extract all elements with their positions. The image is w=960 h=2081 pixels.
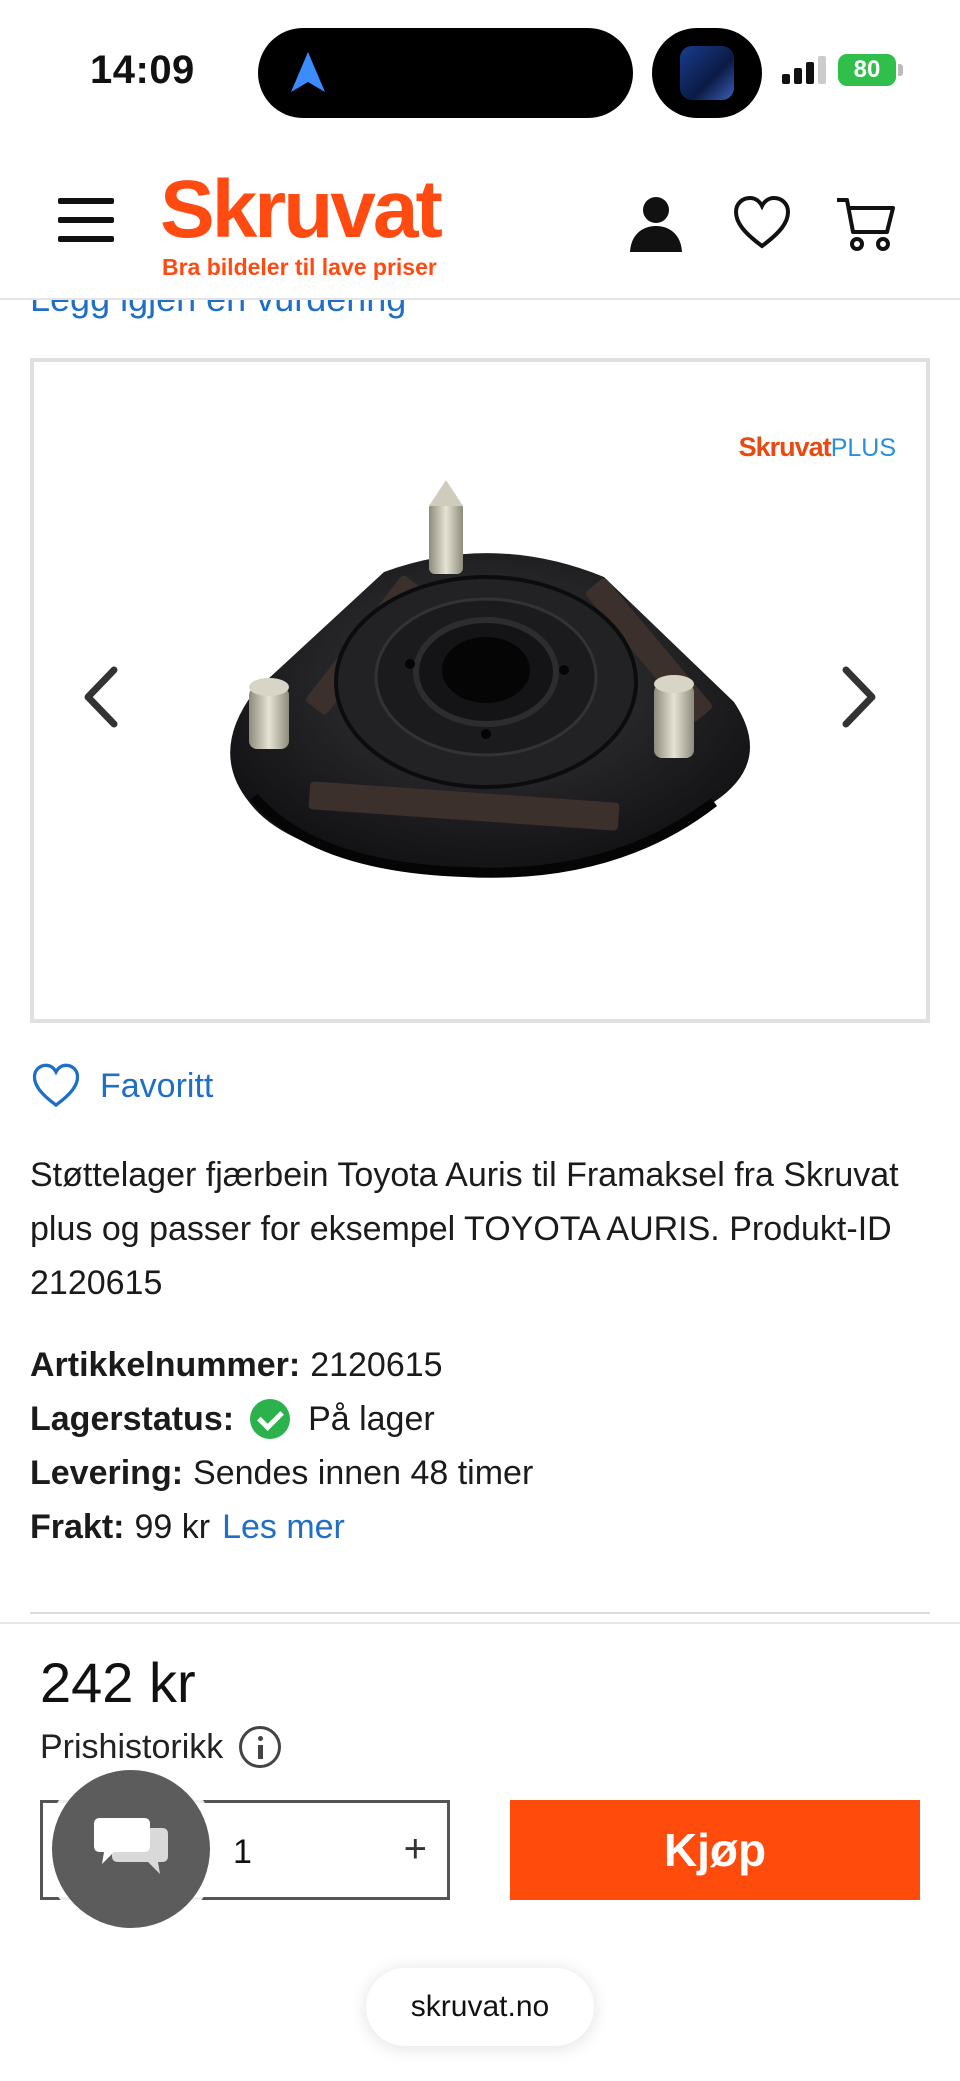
divider — [0, 1622, 960, 1624]
buy-button[interactable]: Kjøp — [510, 1800, 920, 1900]
badge-brand-text: Skruvat — [738, 432, 832, 462]
browser-address-bar[interactable]: skruvat.no — [366, 1968, 594, 2046]
favorite-label: Favoritt — [100, 1066, 214, 1105]
navigation-arrow-icon — [291, 52, 325, 92]
status-bar: 14:09 80 — [0, 0, 960, 140]
price-history-button[interactable]: Prishistorikk — [40, 1722, 282, 1772]
price-history-label: Prishistorikk — [40, 1727, 224, 1766]
menu-icon[interactable] — [58, 198, 114, 242]
chat-button[interactable] — [52, 1770, 210, 1928]
site-header: Skruvat Bra bildeler til lave priser — [0, 140, 960, 300]
spec-article-number: Artikkelnummer: 2120615 — [30, 1338, 930, 1392]
heart-icon — [32, 1063, 80, 1108]
quantity-value[interactable]: 1 — [233, 1833, 252, 1872]
product-image-gallery[interactable]: SkruvatPLUS — [30, 358, 930, 1023]
logo-text: Skruvat — [160, 164, 443, 255]
now-playing-island — [652, 28, 762, 118]
spec-label: Frakt: — [30, 1508, 125, 1546]
spec-value: 2120615 — [310, 1346, 443, 1384]
wishlist-icon[interactable] — [731, 192, 793, 254]
spec-label: Lagerstatus: — [30, 1400, 235, 1438]
skruvat-plus-badge: SkruvatPLUS — [739, 432, 896, 463]
logo-tagline: Bra bildeler til lave priser — [162, 254, 437, 280]
status-time: 14:09 — [90, 48, 195, 92]
cart-icon[interactable] — [835, 192, 897, 254]
chevron-left-icon[interactable] — [76, 662, 126, 732]
favorite-button[interactable]: Favoritt — [30, 1058, 213, 1114]
spec-label: Artikkelnummer: — [30, 1346, 301, 1384]
site-logo[interactable]: Skruvat Bra bildeler til lave priser — [160, 164, 443, 281]
cellular-signal-icon — [782, 56, 826, 84]
product-image — [230, 480, 751, 878]
spec-stock-status: Lagerstatus: På lager — [30, 1392, 930, 1446]
divider — [30, 1612, 930, 1614]
spec-value: 99 kr — [134, 1508, 211, 1546]
quantity-increment-button[interactable]: + — [404, 1827, 427, 1872]
battery-icon: 80 — [838, 54, 896, 86]
product-price: 242 kr — [40, 1651, 196, 1714]
badge-plus-text: PLUS — [830, 434, 896, 462]
dynamic-island — [258, 28, 633, 118]
spec-delivery: Levering: Sendes innen 48 timer — [30, 1446, 930, 1500]
in-stock-check-icon — [250, 1399, 291, 1439]
spec-value: På lager — [308, 1400, 435, 1438]
battery-cap — [898, 64, 903, 76]
product-specs: Artikkelnummer: 2120615 Lagerstatus: På … — [30, 1338, 930, 1554]
product-description: Støttelager fjærbein Toyota Auris til Fr… — [30, 1156, 899, 1302]
chat-bubbles-icon — [94, 1818, 168, 1874]
spec-label: Levering: — [30, 1454, 184, 1492]
spec-freight: Frakt: 99 kr Les mer — [30, 1500, 930, 1554]
account-icon[interactable] — [625, 192, 687, 254]
chevron-right-icon[interactable] — [834, 662, 884, 732]
spec-value: Sendes innen 48 timer — [193, 1454, 534, 1492]
read-more-link[interactable]: Les mer — [222, 1500, 345, 1554]
album-art-icon — [680, 46, 734, 100]
info-icon[interactable] — [239, 1726, 282, 1768]
